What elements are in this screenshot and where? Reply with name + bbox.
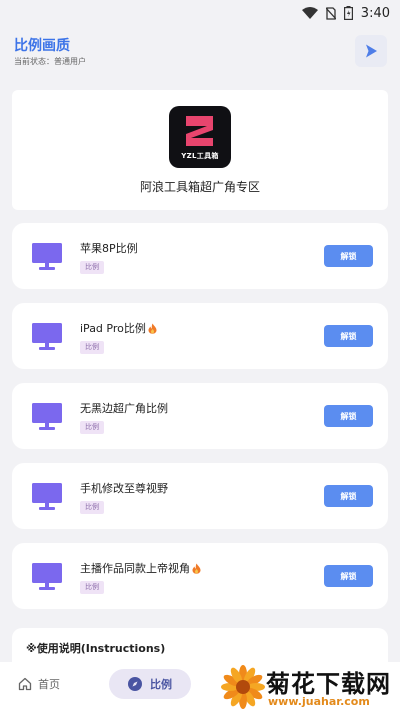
unlock-button[interactable]: 解锁: [324, 405, 373, 427]
item-title: 无黑边超广角比例: [80, 400, 168, 416]
monitor-icon: [32, 563, 62, 590]
watermark-title: 菊花下载网: [266, 670, 391, 698]
unlock-button[interactable]: 解锁: [324, 485, 373, 507]
no-sim-icon: [325, 6, 336, 20]
play-button[interactable]: [355, 35, 387, 67]
item-tag: 比例: [80, 341, 104, 354]
nav-home-label: 首页: [38, 678, 60, 691]
instructions-title: ※使用说明(Instructions): [26, 642, 166, 655]
nav-home[interactable]: 首页: [18, 676, 60, 692]
home-icon: [18, 677, 32, 691]
unlock-button[interactable]: 解锁: [324, 325, 373, 347]
logo-text: YZL工具箱: [181, 152, 219, 160]
status-time: 3:40: [360, 5, 390, 21]
list-item[interactable]: iPad Pro比例 比例 解锁: [12, 303, 388, 369]
play-icon: [366, 44, 377, 58]
item-title-text: 手机修改至尊视野: [80, 482, 168, 495]
logo-card: YZL工具箱 阿浪工具箱超广角专区: [12, 90, 388, 210]
nav-ratio[interactable]: 比例: [109, 669, 191, 699]
unlock-button[interactable]: 解锁: [324, 565, 373, 587]
item-tag: 比例: [80, 581, 104, 594]
battery-icon: [343, 6, 353, 20]
item-title: 手机修改至尊视野: [80, 480, 168, 496]
item-title: 苹果8P比例: [80, 240, 138, 256]
page-title: 比例画质: [14, 38, 70, 54]
app-logo: YZL工具箱: [169, 106, 231, 168]
monitor-icon: [32, 403, 62, 430]
zone-title: 阿浪工具箱超广角专区: [139, 180, 260, 194]
monitor-icon: [32, 323, 62, 350]
list-item[interactable]: 无黑边超广角比例 比例 解锁: [12, 383, 388, 449]
item-title-text: 主播作品同款上帝视角: [80, 562, 190, 575]
item-title-text: iPad Pro比例: [80, 322, 146, 335]
nav-ratio-label: 比例: [150, 678, 172, 691]
unlock-button[interactable]: 解锁: [324, 245, 373, 267]
list-item[interactable]: 手机修改至尊视野 比例 解锁: [12, 463, 388, 529]
item-title: 主播作品同款上帝视角: [80, 560, 201, 576]
compass-icon: [128, 677, 142, 691]
item-tag: 比例: [80, 421, 104, 434]
header: 比例画质 当前状态：普通用户: [0, 26, 400, 80]
item-title: iPad Pro比例: [80, 320, 157, 336]
item-title-text: 苹果8P比例: [80, 242, 138, 255]
item-tag: 比例: [80, 501, 104, 514]
user-status: 当前状态：普通用户: [14, 57, 86, 66]
fire-icon: [148, 323, 157, 334]
watermark: 菊花下载网 www.juahar.com: [218, 662, 400, 712]
monitor-icon: [32, 483, 62, 510]
list-item[interactable]: 主播作品同款上帝视角 比例 解锁: [12, 543, 388, 609]
fire-icon: [192, 563, 201, 574]
wifi-icon: [301, 7, 318, 19]
monitor-icon: [32, 243, 62, 270]
item-title-text: 无黑边超广角比例: [80, 402, 168, 415]
status-bar: 3:40: [0, 0, 400, 26]
flower-logo-icon: [221, 665, 265, 709]
watermark-url: www.juahar.com: [268, 695, 370, 708]
list-item[interactable]: 苹果8P比例 比例 解锁: [12, 223, 388, 289]
item-tag: 比例: [80, 261, 104, 274]
